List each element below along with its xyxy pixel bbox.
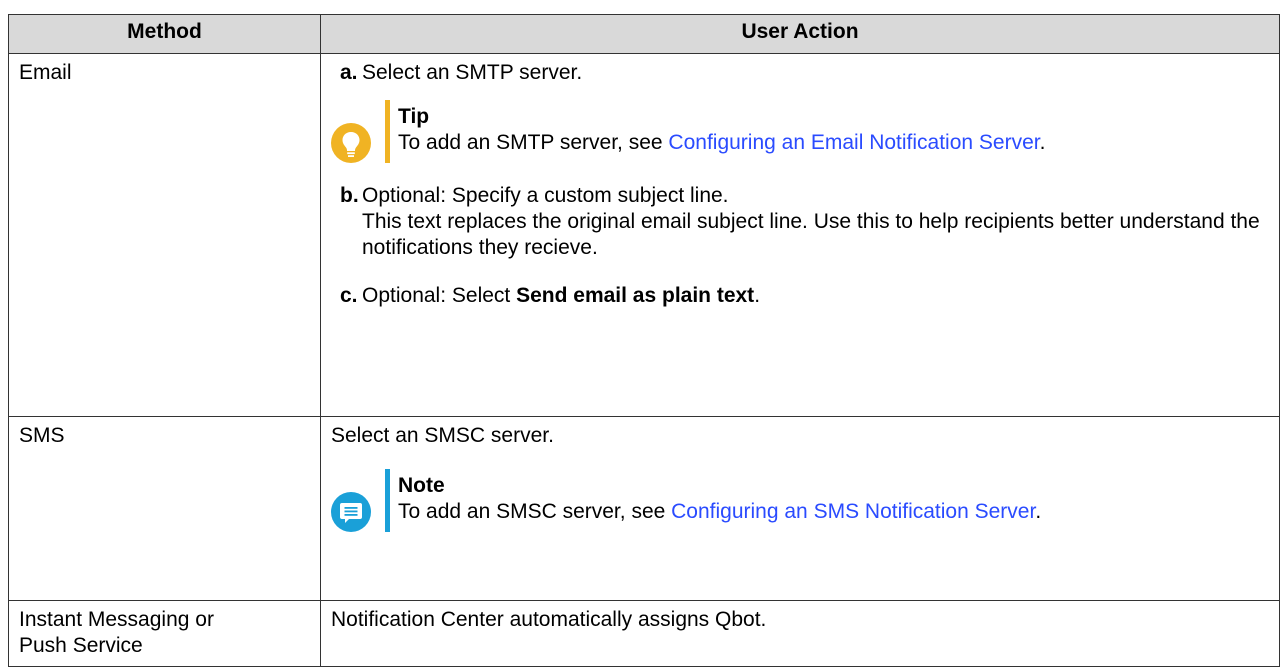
action-sms: Select an SMSC server. Note To add an SM… [320,416,1280,601]
method-email: Email [8,53,321,417]
sms-action-text: Select an SMSC server. [331,424,554,447]
lightbulb-icon [331,123,371,163]
tip-text-before: To add an SMTP server, see [398,131,669,154]
send-plain-text-option: Send email as plain text [516,284,755,307]
step-c-text-after: . [754,284,761,307]
step-b-label: Optional: Specify a custom subject line. [362,184,729,207]
note-body: Note To add an SMSC server, see Configur… [398,469,1269,532]
table-row-email: Email a. Select an SMTP server. Tip To a… [8,53,1280,417]
step-b-description: This text replaces the original email su… [362,210,1260,259]
header-user-action: User Action [320,14,1280,54]
step-b-letter: b. [340,184,359,207]
tip-text: To add an SMTP server, see Configuring a… [398,130,1138,156]
table-header-row: Method User Action [8,14,1280,54]
email-server-link[interactable]: Configuring an Email Notification Server [668,131,1039,154]
tip-body: Tip To add an SMTP server, see Configuri… [398,100,1269,163]
step-c-text: Optional: Select Send email as plain tex… [362,283,1269,309]
note-title: Note [398,474,445,497]
action-email: a. Select an SMTP server. Tip To add an … [320,53,1280,417]
note-callout: Note To add an SMSC server, see Configur… [331,469,1269,532]
sms-server-link[interactable]: Configuring an SMS Notification Server [671,500,1035,523]
note-text-after: . [1035,500,1042,523]
step-b: b. Optional: Specify a custom subject li… [331,183,1269,261]
header-method: Method [8,14,321,54]
note-accent-bar [385,469,390,532]
method-im-text: Instant Messaging or Push Service [19,608,214,657]
step-c-letter: c. [340,284,358,307]
step-a-letter: a. [340,61,358,84]
note-icon [331,492,371,532]
note-text: To add an SMSC server, see Configuring a… [398,499,1138,525]
tip-accent-bar [385,100,390,163]
step-a-text: Select an SMTP server. [362,61,583,84]
tip-callout: Tip To add an SMTP server, see Configuri… [331,100,1269,163]
table-row-sms: SMS Select an SMSC server. Note To add a… [8,416,1280,601]
step-a: a. Select an SMTP server. [331,60,1269,86]
method-sms: SMS [8,416,321,601]
step-b-text: Optional: Specify a custom subject line.… [362,183,1269,261]
step-c-text-before: Optional: Select [362,284,517,307]
tip-title: Tip [398,105,430,128]
note-text-before: To add an SMSC server, see [398,500,672,523]
tip-text-after: . [1039,131,1046,154]
methods-table: Method User Action Email a. Select an SM… [8,14,1280,667]
step-c: c. Optional: Select Send email as plain … [331,283,1269,309]
